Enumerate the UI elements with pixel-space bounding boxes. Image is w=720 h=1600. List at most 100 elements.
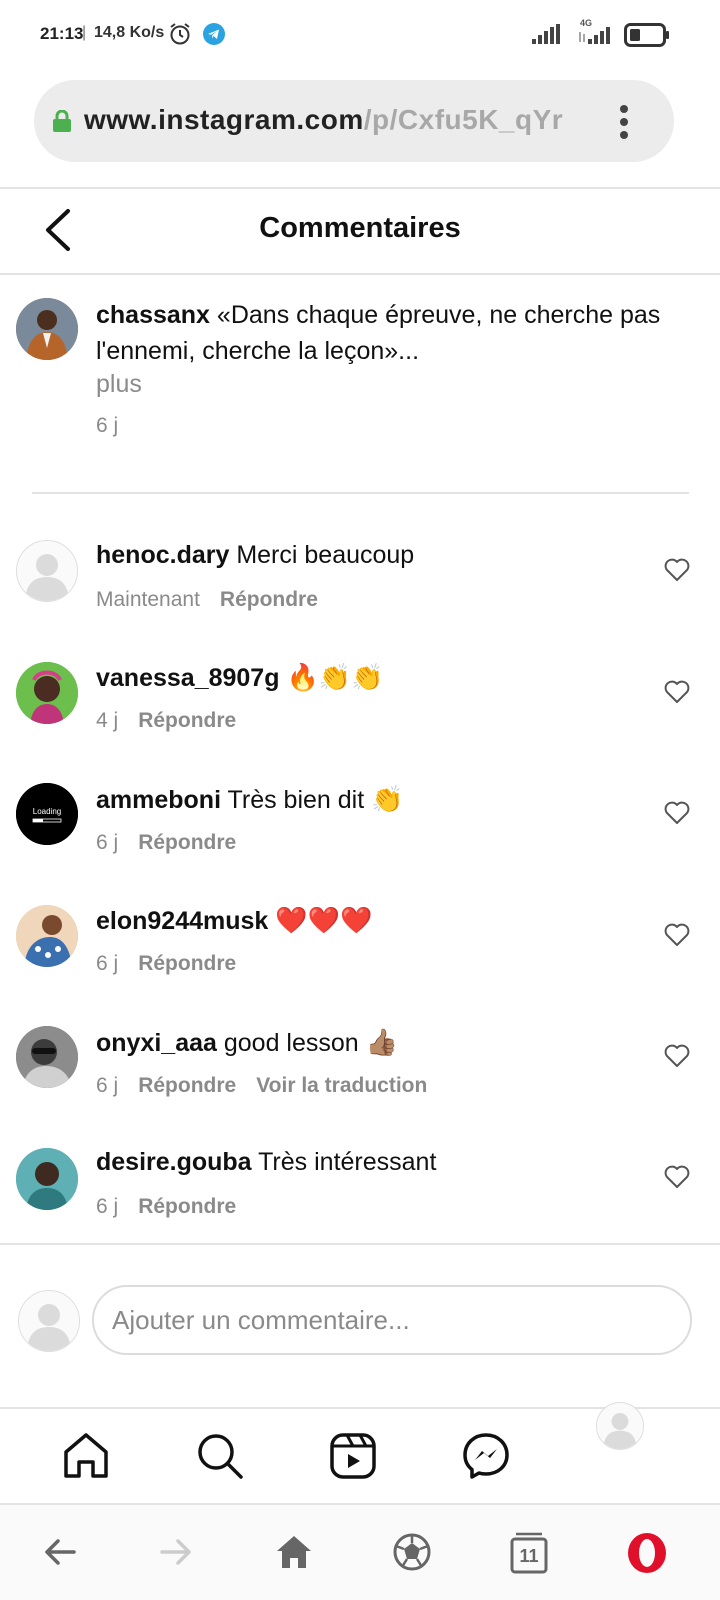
comment-emoji: 👏 (371, 784, 404, 814)
like-heart-icon[interactable] (664, 1165, 690, 1189)
caption-time: 6 j (96, 414, 119, 437)
comment-input[interactable] (92, 1285, 692, 1355)
opera-menu-icon[interactable] (626, 1532, 668, 1574)
avatar-onyxi[interactable] (16, 1026, 78, 1088)
comment-body: ammeboni Très bien dit 👏 (96, 784, 404, 815)
browser-toolbar (0, 1505, 720, 1600)
like-heart-icon[interactable] (664, 801, 690, 825)
caption-username[interactable]: chassanx (96, 301, 210, 329)
comment-body: elon9244musk ❤️❤️❤️ (96, 905, 372, 936)
comment-username[interactable]: henoc.dary (96, 541, 229, 569)
comment-meta: 6 j Répondre (96, 1195, 236, 1219)
reply-button[interactable]: Répondre (138, 1074, 236, 1097)
reels-icon[interactable] (327, 1430, 379, 1482)
comment-body: henoc.dary Merci beaucoup (96, 541, 414, 570)
avatar-default[interactable] (16, 540, 78, 602)
comment-meta-clip: 6 j Répondre (0, 1190, 720, 1220)
like-heart-icon[interactable] (664, 1044, 690, 1068)
my-avatar (18, 1290, 80, 1352)
comment-meta: 6 j Répondre (96, 831, 236, 855)
comment-time: 6 j (96, 831, 119, 854)
divider (0, 187, 720, 189)
like-heart-icon[interactable] (664, 680, 690, 704)
comment-meta: 4 j Répondre (96, 709, 236, 733)
comment-username[interactable]: onyxi_aaa (96, 1029, 217, 1057)
comment-username[interactable]: desire.gouba (96, 1148, 252, 1176)
comment-text: Très bien dit (227, 786, 365, 814)
telegram-icon (203, 23, 225, 45)
comment-body: desire.gouba Très intéressant (96, 1148, 436, 1177)
reply-button[interactable]: Répondre (220, 588, 318, 611)
comment-body: onyxi_aaa good lesson 👍🏽 (96, 1027, 398, 1058)
default-avatar-icon (597, 1403, 643, 1449)
avatar-image (16, 905, 78, 967)
search-icon[interactable] (194, 1430, 246, 1482)
tabs-button[interactable]: 11 (510, 1532, 548, 1574)
url-host: www.instagram.com (84, 104, 364, 135)
avatar-loading-text: Loading (33, 807, 61, 816)
reply-button[interactable]: Répondre (138, 709, 236, 732)
avatar-image (16, 662, 78, 724)
home-icon[interactable] (60, 1430, 112, 1482)
caption: chassanx «Dans chaque épreuve, ne cherch… (96, 297, 706, 369)
default-avatar-icon (19, 1291, 79, 1351)
battery-icon (624, 23, 669, 47)
comment-text: Très intéressant (258, 1148, 437, 1176)
comment-username[interactable]: vanessa_8907g (96, 664, 279, 692)
reply-button[interactable]: Répondre (138, 831, 236, 854)
comment-time: Maintenant (96, 588, 200, 611)
comment-meta: Maintenant Répondre (96, 588, 318, 612)
comment-body: vanessa_8907g 🔥👏👏 (96, 662, 384, 693)
loading-avatar-image: Loading (16, 783, 78, 845)
avatar-image (16, 1026, 78, 1088)
comment-time: 4 j (96, 709, 119, 732)
back-arrow-icon[interactable] (40, 1532, 80, 1572)
comment-meta: 6 j Répondre (96, 952, 236, 976)
caption-divider (32, 492, 689, 494)
like-heart-icon[interactable] (664, 558, 690, 582)
status-bar: 21:13 | 14,8 Ko/s 4G (0, 0, 720, 68)
url-text[interactable]: www.instagram.com/p/Cxfu5K_qYr (84, 104, 590, 136)
comment-time: 6 j (96, 1195, 119, 1218)
comment-text: good lesson (223, 1029, 359, 1057)
signal-4g-icon (579, 27, 610, 44)
caption-more-link[interactable]: plus (96, 370, 142, 399)
divider (0, 1243, 720, 1245)
avatar-image (16, 298, 78, 360)
alarm-icon (170, 23, 190, 45)
comment-username[interactable]: ammeboni (96, 786, 221, 814)
divider (0, 273, 720, 275)
comment-text: Merci beaucoup (236, 541, 415, 569)
comment-time: 6 j (96, 1074, 119, 1097)
comment-meta: 6 j Répondre Voir la traduction (96, 1074, 427, 1098)
speed-dial-icon[interactable] (392, 1532, 432, 1572)
avatar-chassanx[interactable] (16, 298, 78, 360)
address-bar[interactable]: www.instagram.com/p/Cxfu5K_qYr (34, 80, 674, 162)
translate-button[interactable]: Voir la traduction (256, 1074, 427, 1097)
comment-emoji: 🔥👏👏 (286, 662, 384, 692)
avatar-ammeboni[interactable]: Loading (16, 783, 78, 845)
page-title: Commentaires (259, 212, 461, 244)
avatar-vanessa[interactable] (16, 662, 78, 724)
status-time: 21:13 (40, 24, 84, 43)
lock-icon (53, 110, 71, 132)
reply-button[interactable]: Répondre (138, 1195, 236, 1218)
reply-button[interactable]: Répondre (138, 952, 236, 975)
url-path: /p/Cxfu5K_qYr (363, 104, 564, 135)
profile-avatar[interactable] (596, 1402, 644, 1450)
default-avatar-icon (17, 541, 77, 601)
comment-emoji: 👍🏽 (365, 1027, 399, 1057)
more-vertical-icon[interactable] (614, 104, 634, 140)
tabs-count: 11 (519, 1546, 539, 1566)
comment-username[interactable]: elon9244musk (96, 907, 268, 935)
status-network-speed: 14,8 Ko/s (94, 24, 165, 41)
status-separator: | (82, 24, 87, 41)
comment-emoji: ❤️❤️❤️ (275, 905, 373, 935)
comment-time: 6 j (96, 952, 119, 975)
home-icon[interactable] (274, 1532, 314, 1572)
avatar-elon9244musk[interactable] (16, 905, 78, 967)
signal-icon (532, 24, 560, 44)
forward-arrow-icon[interactable] (156, 1532, 196, 1572)
messenger-icon[interactable] (460, 1430, 512, 1482)
like-heart-icon[interactable] (664, 923, 690, 947)
